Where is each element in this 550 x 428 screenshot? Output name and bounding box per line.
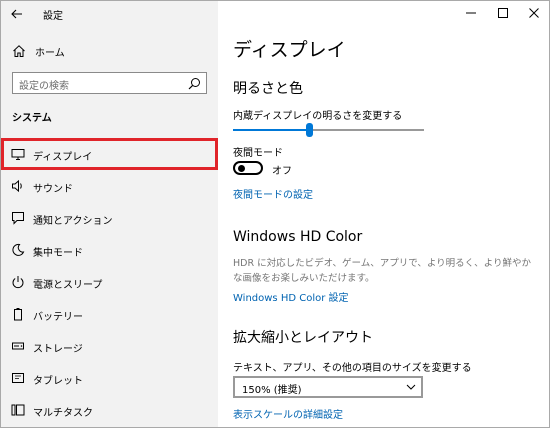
search-icon[interactable] — [188, 77, 201, 90]
sidebar-item-label: タブレット — [33, 376, 83, 387]
multitask-icon — [11, 404, 25, 416]
sidebar-item-power[interactable]: 電源とスリープ — [1, 266, 218, 298]
minimize-icon — [466, 12, 476, 14]
home-icon — [13, 45, 25, 57]
page-title: ディスプレイ — [233, 39, 346, 61]
sidebar-item-label: サウンド — [33, 184, 73, 195]
section-title: システム — [12, 113, 52, 124]
scale-dropdown-value: 150% (推奨) — [242, 385, 302, 396]
night-light-state: オフ — [272, 166, 292, 177]
night-light-label: 夜間モード — [233, 148, 283, 159]
sidebar-item-multitasking[interactable]: マルチタスク — [1, 394, 218, 426]
battery-icon — [14, 308, 22, 321]
home-nav-item[interactable]: ホーム — [1, 39, 218, 63]
brightness-slider[interactable] — [233, 123, 424, 137]
minimize-button[interactable] — [456, 1, 486, 25]
home-label: ホーム — [35, 48, 65, 59]
night-light-toggle[interactable] — [233, 161, 263, 175]
sidebar-item-label: ストレージ — [33, 344, 83, 355]
sidebar: 設定 ホーム 設定の検索 システム ディスプレイ サウンド 通知とアクション 集… — [1, 1, 218, 427]
maximize-icon — [498, 8, 508, 18]
search-placeholder: 設定の検索 — [19, 81, 69, 92]
sidebar-item-label: 集中モード — [33, 248, 83, 259]
settings-window: 設定 ホーム 設定の検索 システム ディスプレイ サウンド 通知とアクション 集… — [0, 0, 550, 428]
hdr-heading: Windows HD Color — [233, 229, 363, 245]
settings-search-input[interactable]: 設定の検索 — [12, 72, 207, 94]
slider-fill — [233, 129, 309, 131]
power-icon — [12, 276, 24, 289]
sidebar-item-display[interactable]: ディスプレイ — [1, 138, 218, 170]
chevron-down-icon — [406, 384, 416, 390]
back-arrow-icon — [11, 9, 22, 19]
slider-thumb[interactable] — [306, 123, 313, 137]
close-button[interactable] — [519, 1, 549, 25]
toggle-knob — [238, 165, 245, 172]
brightness-heading: 明るさと色 — [233, 81, 303, 97]
sidebar-item-label: 通知とアクション — [33, 216, 113, 227]
close-icon — [529, 8, 539, 18]
sidebar-item-notifications[interactable]: 通知とアクション — [1, 202, 218, 234]
sidebar-item-focus[interactable]: 集中モード — [1, 234, 218, 266]
sidebar-item-label: バッテリー — [33, 312, 83, 323]
night-light-settings-link[interactable]: 夜間モードの設定 — [233, 186, 313, 201]
sidebar-item-label: ディスプレイ — [33, 152, 93, 163]
tablet-icon — [12, 373, 24, 383]
storage-icon — [12, 342, 24, 350]
hdr-description: HDR に対応したビデオ、ゲーム、アプリで、より明るく、より鮮やかな画像をお楽し… — [233, 258, 531, 284]
sidebar-item-label: 電源とスリープ — [33, 280, 103, 291]
app-title: 設定 — [43, 11, 63, 22]
speaker-icon — [12, 179, 22, 193]
advanced-scaling-link[interactable]: 表示スケールの詳細設定 — [233, 406, 343, 421]
sidebar-item-label: マルチタスク — [33, 408, 93, 419]
title-bar-left: 設定 — [1, 1, 218, 27]
back-button[interactable] — [5, 3, 29, 25]
content-pane: ディスプレイ 明るさと色 内蔵ディスプレイの明るさを変更する 夜間モード オフ … — [218, 1, 549, 427]
scale-heading: 拡大縮小とレイアウト — [233, 330, 373, 346]
sidebar-item-storage[interactable]: ストレージ — [1, 330, 218, 362]
monitor-icon — [11, 149, 25, 160]
sidebar-item-battery[interactable]: バッテリー — [1, 298, 218, 330]
brightness-slider-label: 内蔵ディスプレイの明るさを変更する — [233, 111, 403, 122]
scale-label: テキスト、アプリ、その他の項目のサイズを変更する — [233, 363, 472, 374]
moon-icon — [12, 243, 25, 256]
sidebar-item-sound[interactable]: サウンド — [1, 170, 218, 202]
maximize-button[interactable] — [488, 1, 518, 25]
sidebar-item-tablet[interactable]: タブレット — [1, 362, 218, 394]
scale-dropdown[interactable]: 150% (推奨) — [233, 376, 423, 398]
hdr-settings-link[interactable]: Windows HD Color 設定 — [233, 289, 349, 304]
notification-icon — [12, 212, 24, 225]
